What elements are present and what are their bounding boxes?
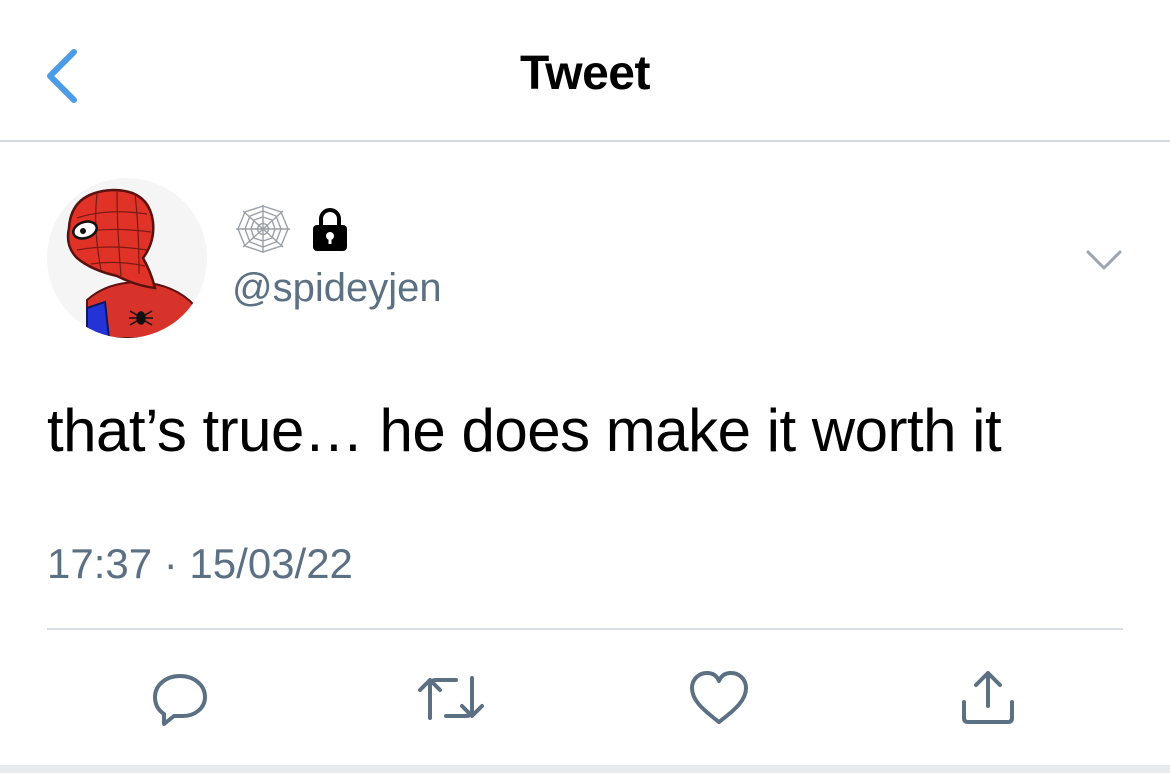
bottom-separator: [0, 765, 1170, 773]
tweet-options-button[interactable]: [1080, 244, 1128, 276]
reply-button[interactable]: [150, 668, 210, 728]
like-icon: [690, 671, 748, 724]
divider: [47, 628, 1123, 630]
spiderweb-icon: [236, 205, 290, 253]
chevron-down-icon: [1086, 250, 1122, 270]
tweet-timestamp[interactable]: 17:37 · 15/03/22: [47, 540, 353, 588]
page-title: Tweet: [520, 47, 650, 100]
user-handle[interactable]: @spideyjen: [232, 266, 442, 311]
nav-bar: Tweet: [0, 0, 1170, 142]
share-icon: [962, 671, 1014, 724]
tweet-text: that’s true… he does make it worth it: [47, 397, 1002, 464]
avatar[interactable]: [47, 178, 207, 338]
retweet-icon: [418, 676, 484, 720]
retweet-button[interactable]: [416, 668, 486, 728]
spiderman-avatar-image: [47, 178, 207, 338]
reply-icon: [153, 674, 207, 726]
share-button[interactable]: [958, 668, 1018, 728]
like-button[interactable]: [688, 668, 750, 728]
display-name-row[interactable]: [232, 204, 350, 254]
lock-icon: [313, 208, 347, 251]
